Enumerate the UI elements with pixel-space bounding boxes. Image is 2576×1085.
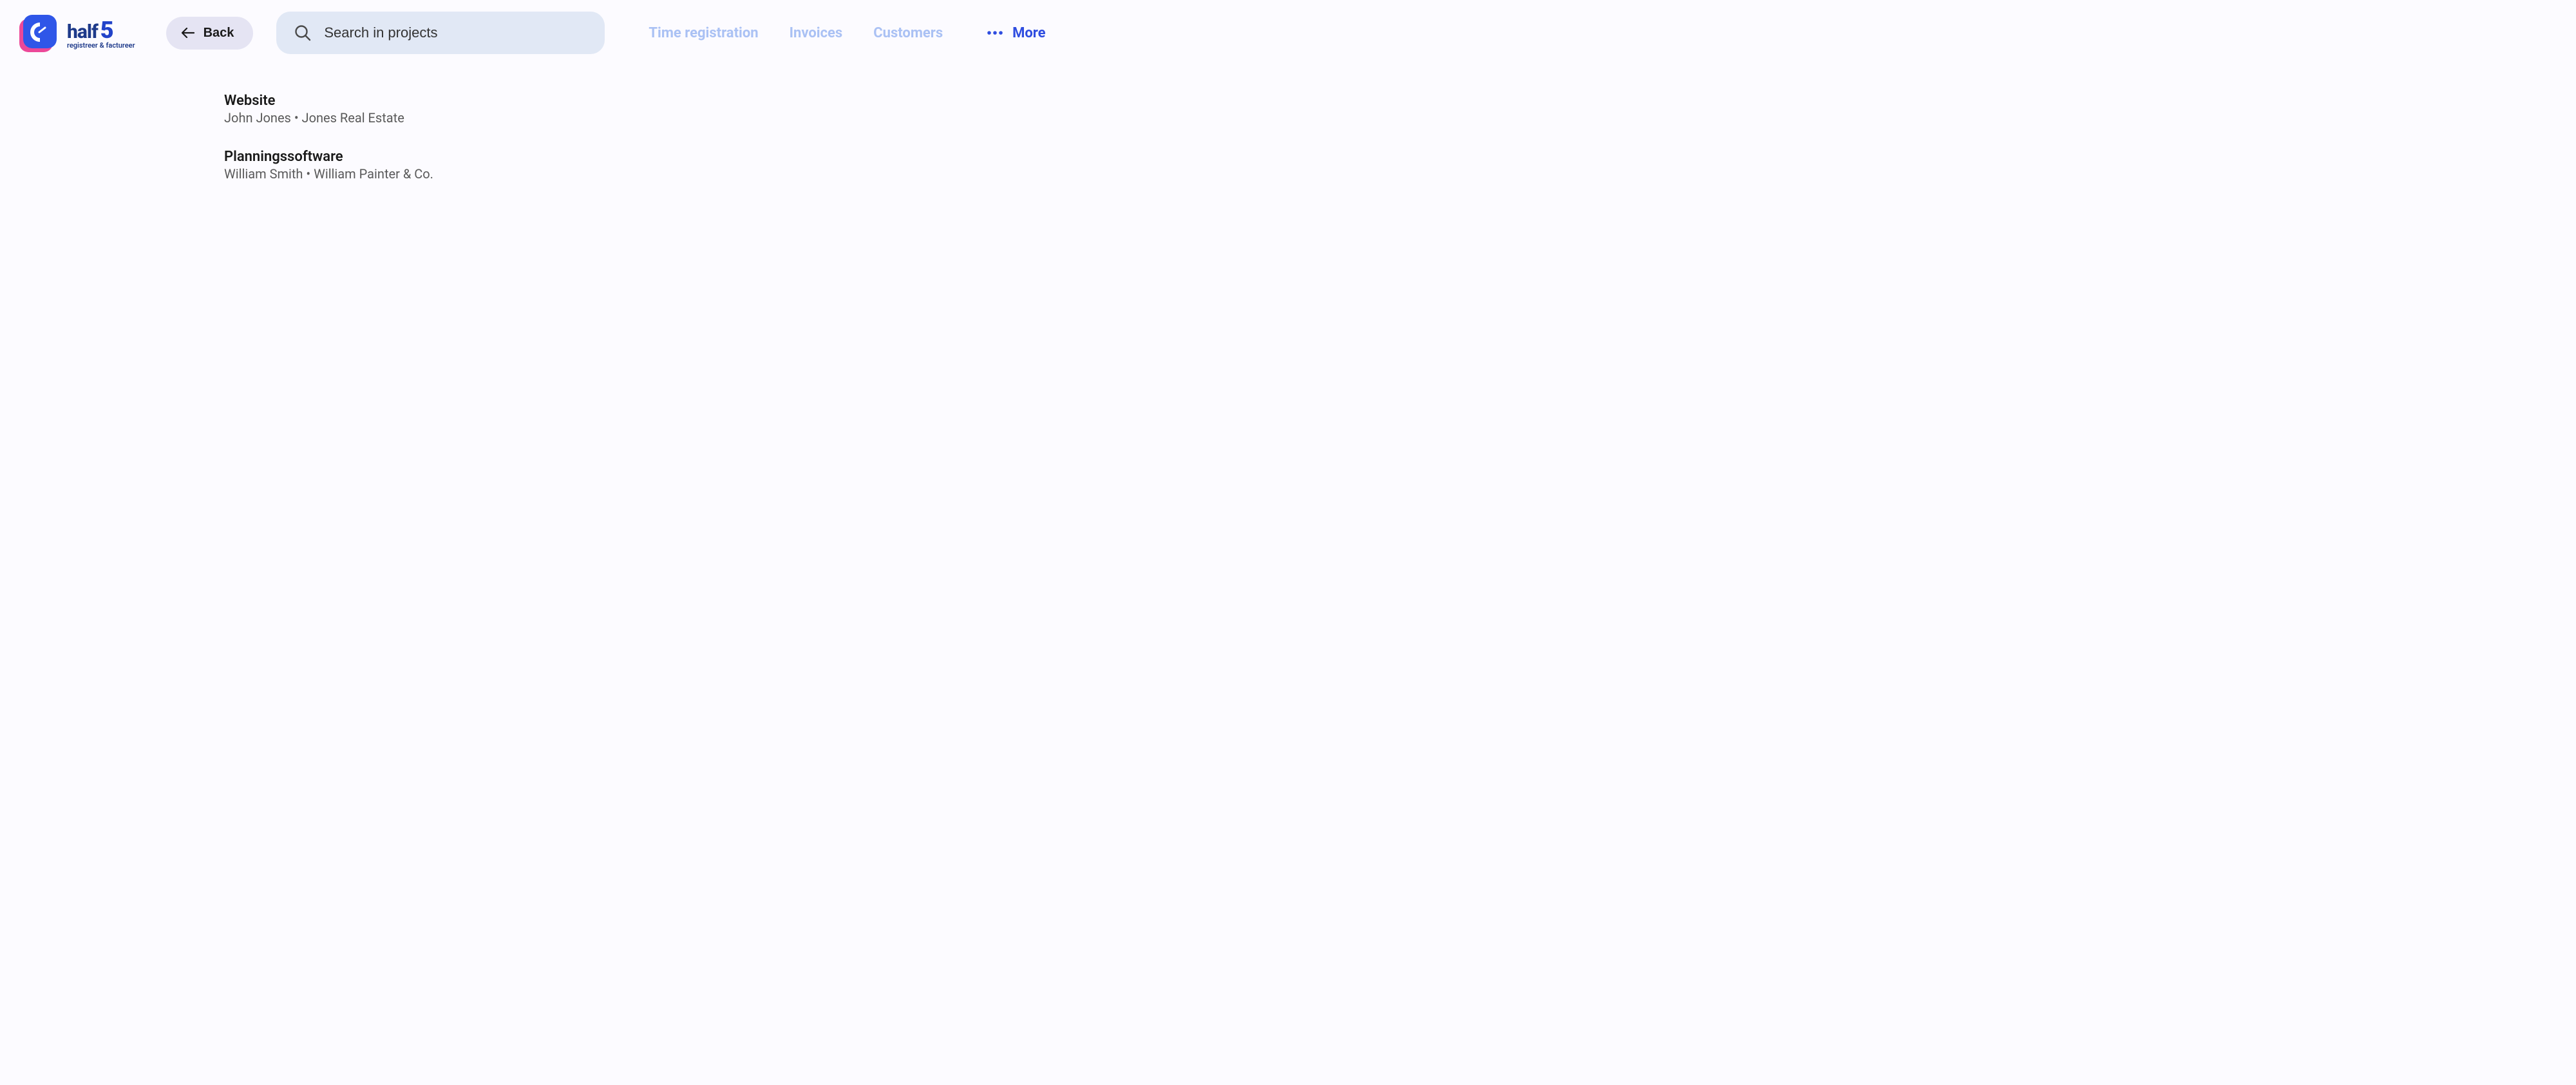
more-button[interactable]: More xyxy=(987,25,1045,41)
back-button[interactable]: Back xyxy=(166,17,254,50)
project-title: Website xyxy=(224,93,2576,109)
logo[interactable]: half 5 registreer & factureer xyxy=(19,14,135,52)
project-item[interactable]: Website John Jones • Jones Real Estate xyxy=(224,93,2576,126)
header: half 5 registreer & factureer Back Time … xyxy=(0,0,2576,54)
back-label: Back xyxy=(204,26,234,41)
search-input[interactable] xyxy=(324,24,587,41)
nav-invoices[interactable]: Invoices xyxy=(790,25,843,41)
logo-half-text: half xyxy=(67,21,98,43)
arrow-left-icon xyxy=(182,28,194,38)
more-label: More xyxy=(1012,25,1045,41)
search-container[interactable] xyxy=(276,12,605,54)
dots-horizontal-icon xyxy=(987,30,1003,35)
project-subtitle: William Smith • William Painter & Co. xyxy=(224,166,2576,182)
logo-icon xyxy=(19,14,58,52)
logo-tagline: registreer & factureer xyxy=(67,41,135,50)
project-title: Planningssoftware xyxy=(224,149,2576,165)
logo-five-text: 5 xyxy=(100,17,114,44)
search-icon xyxy=(294,24,311,41)
project-item[interactable]: Planningssoftware William Smith • Willia… xyxy=(224,149,2576,182)
project-subtitle: John Jones • Jones Real Estate xyxy=(224,110,2576,126)
nav-time-registration[interactable]: Time registration xyxy=(649,25,758,41)
projects-list: Website John Jones • Jones Real Estate P… xyxy=(224,93,2576,182)
nav-links: Time registration Invoices Customers xyxy=(649,25,943,41)
nav-customers[interactable]: Customers xyxy=(873,25,943,41)
